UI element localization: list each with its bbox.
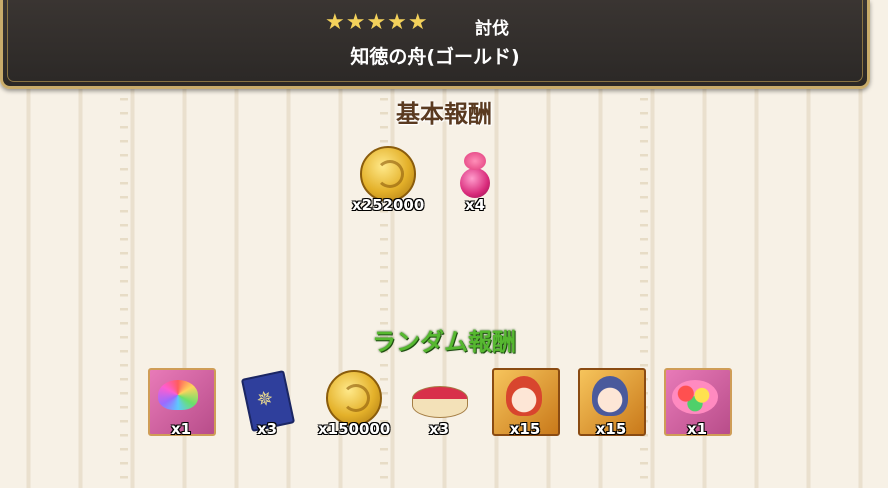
reward-item-cake[interactable]: x3 (404, 366, 474, 438)
gold-coin-icon (360, 146, 416, 202)
reward-item-gold[interactable]: x150000 (318, 366, 391, 438)
reward-count: x15 (509, 420, 541, 438)
reward-count: x3 (428, 420, 450, 438)
reward-count: x1 (170, 420, 192, 438)
reward-item-gold[interactable]: x252000 (352, 142, 425, 214)
reward-item-bouquet[interactable]: x1 (662, 366, 732, 438)
difficulty-stars: ★★★★★ (325, 10, 429, 35)
gold-coin-icon (326, 370, 382, 426)
rainbow-lotus-icon (158, 380, 198, 410)
reward-count: x1 (686, 420, 708, 438)
cherry-cake-icon (412, 386, 468, 418)
blue-hair-character-icon (592, 376, 628, 416)
reward-count: x4 (464, 196, 486, 214)
quest-name: 知徳の舟(ゴールド) (350, 46, 520, 68)
reward-count: x3 (256, 420, 278, 438)
reward-count: x252000 (352, 196, 425, 214)
reward-item-lotus[interactable]: x1 (146, 366, 216, 438)
rose-potion-icon (456, 152, 494, 198)
reward-item-character-blue[interactable]: x15 (576, 366, 646, 438)
red-hair-character-icon (506, 376, 542, 416)
quest-banner: ★★★★★ 討伐 知徳の舟(ゴールド) (0, 0, 870, 89)
basic-rewards-heading: 基本報酬 (396, 100, 492, 128)
random-rewards-heading: ランダム報酬 (372, 328, 516, 356)
quest-type-label: 討伐 (475, 19, 509, 39)
reward-item-rose-potion[interactable]: x4 (440, 142, 510, 214)
reward-item-book[interactable]: x3 (232, 366, 302, 438)
reward-count: x15 (595, 420, 627, 438)
flower-bouquet-icon (672, 380, 718, 414)
reward-count: x150000 (318, 420, 391, 438)
reward-item-character-red[interactable]: x15 (490, 366, 560, 438)
